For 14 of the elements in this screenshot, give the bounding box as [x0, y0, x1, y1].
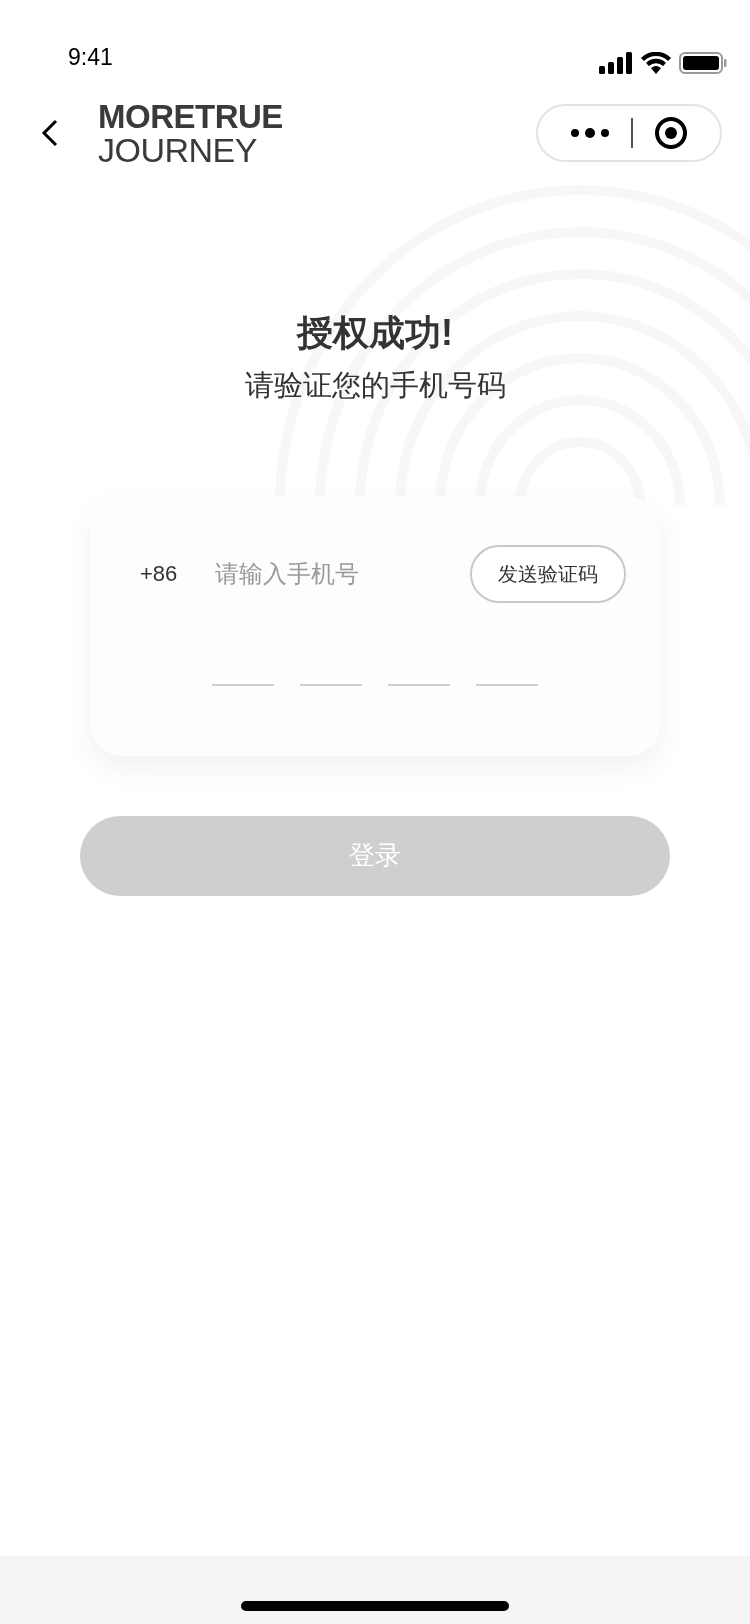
close-mini-program-icon[interactable]: [653, 116, 688, 150]
send-code-button[interactable]: 发送验证码: [470, 544, 626, 603]
subtitle: 请验证您的手机号码: [244, 368, 506, 403]
back-icon[interactable]: [40, 118, 60, 148]
more-icon[interactable]: [570, 127, 611, 139]
logo-text: MORETRUE: [98, 99, 283, 133]
status-time: 9:41: [68, 42, 113, 72]
phone-input-field[interactable]: 请输入手机号: [215, 555, 445, 592]
success-title: 授权成功!: [297, 311, 453, 355]
logo-text: JOURNEY: [98, 132, 258, 167]
country-code[interactable]: +86: [140, 557, 215, 590]
battery-icon: [679, 52, 727, 74]
wifi-icon: [641, 52, 671, 74]
signal-icon: [599, 52, 633, 74]
